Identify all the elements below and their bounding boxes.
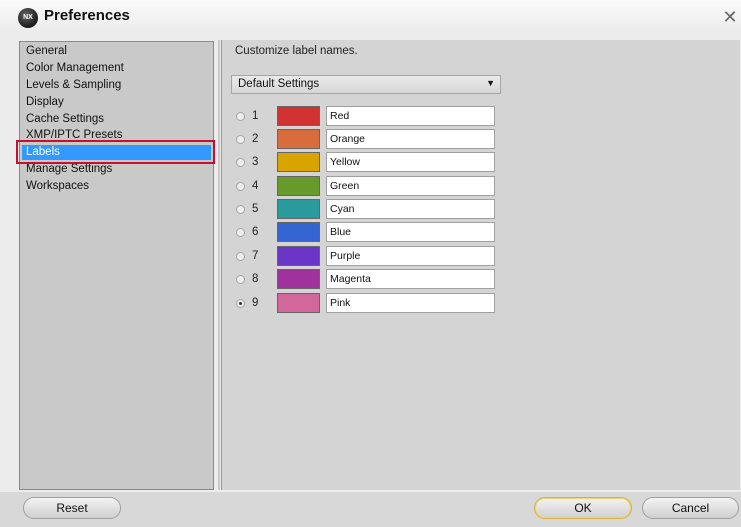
button-bar: Reset OK Cancel xyxy=(0,492,741,527)
sidebar-item-manage-settings[interactable]: Manage Settings xyxy=(26,162,112,176)
panel-splitter[interactable] xyxy=(218,40,220,490)
color-swatch[interactable] xyxy=(277,246,320,266)
close-icon[interactable]: ✕ xyxy=(722,8,738,26)
title-bar: NX Preferences ✕ xyxy=(0,0,741,34)
label-name-input[interactable]: Cyan xyxy=(326,199,495,219)
label-row: 9 Pink xyxy=(222,293,740,314)
label-number: 9 xyxy=(252,297,259,309)
label-radio[interactable] xyxy=(236,182,245,191)
label-number: 1 xyxy=(252,110,259,122)
color-swatch[interactable] xyxy=(277,199,320,219)
label-name-input[interactable]: Red xyxy=(326,106,495,126)
color-swatch[interactable] xyxy=(277,293,320,313)
label-row: 1 Red xyxy=(222,106,740,127)
preferences-window: NX Preferences ✕ General Color Managemen… xyxy=(0,0,741,527)
label-name-input[interactable]: Magenta xyxy=(326,269,495,289)
ok-button[interactable]: OK xyxy=(534,497,632,519)
label-row: 2 Orange xyxy=(222,129,740,150)
color-swatch[interactable] xyxy=(277,222,320,242)
sidebar-item-workspaces[interactable]: Workspaces xyxy=(26,179,89,193)
label-row: 6 Blue xyxy=(222,222,740,243)
label-name-input[interactable]: Pink xyxy=(326,293,495,313)
cancel-button[interactable]: Cancel xyxy=(642,497,739,519)
label-name-input[interactable]: Purple xyxy=(326,246,495,266)
reset-button[interactable]: Reset xyxy=(23,497,121,519)
color-swatch[interactable] xyxy=(277,152,320,172)
color-swatch[interactable] xyxy=(277,176,320,196)
color-swatch[interactable] xyxy=(277,129,320,149)
label-radio[interactable] xyxy=(236,275,245,284)
preset-dropdown[interactable]: Default Settings ▼ xyxy=(231,75,501,94)
labels-settings-panel: Customize label names. Default Settings … xyxy=(221,40,740,490)
color-swatch[interactable] xyxy=(277,269,320,289)
label-number: 5 xyxy=(252,203,259,215)
label-number: 7 xyxy=(252,250,259,262)
label-row: 7 Purple xyxy=(222,246,740,267)
sidebar-item-general[interactable]: General xyxy=(26,44,67,58)
label-number: 8 xyxy=(252,273,259,285)
category-list: General Color Management Levels & Sampli… xyxy=(19,41,214,490)
label-radio[interactable] xyxy=(236,252,245,261)
label-row: 8 Magenta xyxy=(222,269,740,290)
preset-dropdown-value: Default Settings xyxy=(238,78,320,90)
label-radio[interactable] xyxy=(236,205,245,214)
label-number: 4 xyxy=(252,180,259,192)
label-radio[interactable] xyxy=(236,299,245,308)
label-name-input[interactable]: Orange xyxy=(326,129,495,149)
sidebar-item-color-management[interactable]: Color Management xyxy=(26,61,124,75)
page-heading: Customize label names. xyxy=(235,45,358,57)
window-title: Preferences xyxy=(44,7,130,24)
label-number: 6 xyxy=(252,226,259,238)
sidebar-item-levels-sampling[interactable]: Levels & Sampling xyxy=(26,78,121,92)
label-number: 3 xyxy=(252,156,259,168)
sidebar-item-display[interactable]: Display xyxy=(26,95,64,109)
label-name-input[interactable]: Yellow xyxy=(326,152,495,172)
label-number: 2 xyxy=(252,133,259,145)
label-radio[interactable] xyxy=(236,228,245,237)
label-row: 3 Yellow xyxy=(222,152,740,173)
app-logo-icon: NX xyxy=(18,8,38,28)
label-radio[interactable] xyxy=(236,135,245,144)
sidebar-item-labels[interactable]: Labels xyxy=(22,145,211,160)
label-row: 4 Green xyxy=(222,176,740,197)
label-radio[interactable] xyxy=(236,112,245,121)
sidebar-item-xmp-iptc-presets[interactable]: XMP/IPTC Presets xyxy=(26,128,123,142)
label-name-input[interactable]: Green xyxy=(326,176,495,196)
label-radio[interactable] xyxy=(236,158,245,167)
label-row: 5 Cyan xyxy=(222,199,740,220)
label-name-input[interactable]: Blue xyxy=(326,222,495,242)
color-swatch[interactable] xyxy=(277,106,320,126)
dropdown-arrow-icon: ▼ xyxy=(486,78,495,88)
sidebar-item-cache-settings[interactable]: Cache Settings xyxy=(26,112,104,126)
